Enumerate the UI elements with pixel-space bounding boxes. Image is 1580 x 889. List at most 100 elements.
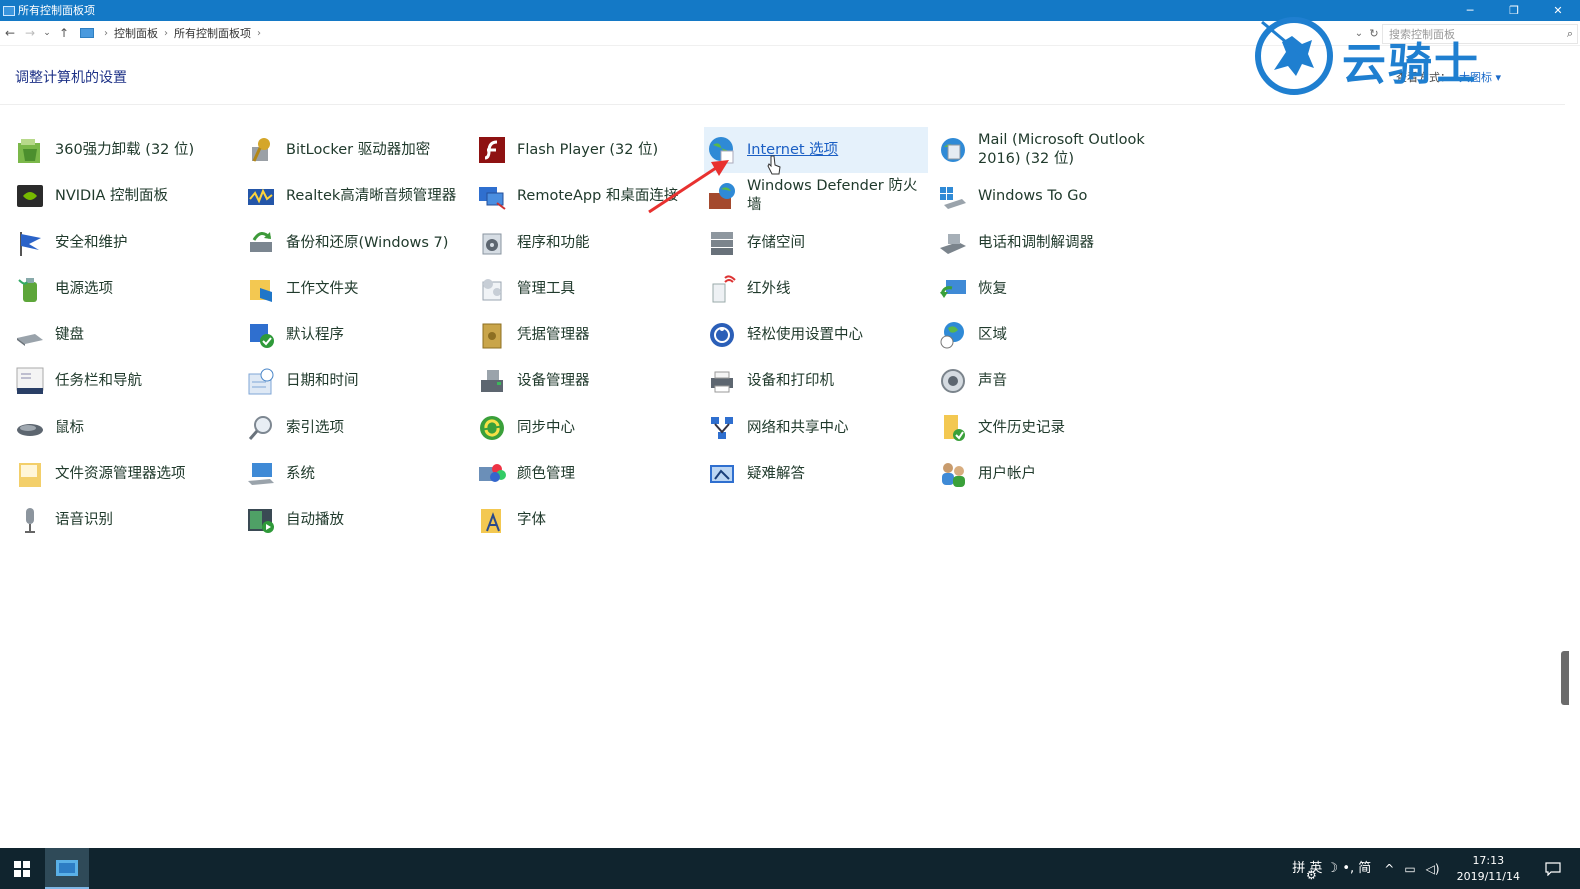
breadcrumb-control-panel[interactable]: 控制面板 xyxy=(114,25,158,41)
item-label: 360强力卸载 (32 位) xyxy=(55,141,195,158)
item-realtek-audio[interactable]: Realtek高清晰音频管理器 xyxy=(246,173,474,219)
item-windows-to-go[interactable]: Windows To Go xyxy=(938,173,1158,219)
nvidia-icon xyxy=(15,181,45,211)
item-label: 自动播放 xyxy=(286,511,344,528)
clock[interactable]: 17:13 2019/11/14 xyxy=(1457,853,1520,885)
item-label: Windows To Go xyxy=(978,187,1088,204)
autoplay-icon xyxy=(246,505,276,535)
item-label: Internet 选项 xyxy=(747,141,839,158)
taskbar-control-panel-button[interactable] xyxy=(45,848,89,889)
item-speech-recognition[interactable]: 语音识别 xyxy=(15,497,235,543)
item-label: 设备和打印机 xyxy=(747,372,834,389)
item-ease-of-access[interactable]: 轻松使用设置中心 xyxy=(707,312,929,358)
default-programs-icon xyxy=(246,320,276,350)
file-history-icon xyxy=(938,413,968,443)
item-fonts[interactable]: 字体 xyxy=(477,497,697,543)
vault-icon xyxy=(477,320,507,350)
item-taskbar-navigation[interactable]: 任务栏和导航 xyxy=(15,358,235,404)
remote-desktop-icon xyxy=(477,181,507,211)
item-admin-tools[interactable]: 管理工具 xyxy=(477,266,697,312)
item-label: 同步中心 xyxy=(517,419,575,436)
start-button[interactable] xyxy=(0,848,44,889)
item-label: 语音识别 xyxy=(55,511,113,528)
item-label: 电话和调制解调器 xyxy=(978,234,1094,251)
item-label: 声音 xyxy=(978,372,1007,389)
item-label: 恢复 xyxy=(978,280,1007,297)
crumb-separator-icon[interactable]: › xyxy=(257,28,261,39)
item-explorer-options[interactable]: 文件资源管理器选项 xyxy=(15,451,235,497)
item-default-programs[interactable]: 默认程序 xyxy=(246,312,466,358)
network-monitor-icon[interactable]: ▭ xyxy=(1404,862,1415,876)
item-bitlocker[interactable]: BitLocker 驱动器加密 xyxy=(246,127,466,173)
item-backup-restore[interactable]: 备份和还原(Windows 7) xyxy=(246,220,466,266)
item-device-manager[interactable]: 设备管理器 xyxy=(477,358,697,404)
item-phone-modem[interactable]: 电话和调制解调器 xyxy=(938,220,1158,266)
item-sound[interactable]: 声音 xyxy=(938,358,1158,404)
knight-logo-icon xyxy=(1255,17,1333,95)
crumb-separator-icon[interactable]: › xyxy=(104,28,108,39)
watermark: 云骑士 xyxy=(1252,14,1532,98)
item-keyboard[interactable]: 键盘 xyxy=(15,312,235,358)
folder-options-icon xyxy=(15,459,45,489)
search-icon[interactable]: ⌕ xyxy=(1567,27,1573,41)
item-security-maintenance[interactable]: 安全和维护 xyxy=(15,220,235,266)
action-center-button[interactable] xyxy=(1538,861,1568,876)
item-network-sharing[interactable]: 网络和共享中心 xyxy=(707,405,929,451)
item-devices-printers[interactable]: 设备和打印机 xyxy=(707,358,929,404)
item-storage-spaces[interactable]: 存储空间 xyxy=(707,220,929,266)
region-globe-icon xyxy=(938,320,968,350)
item-infrared[interactable]: 红外线 xyxy=(707,266,929,312)
work-folder-icon xyxy=(246,274,276,304)
item-label: 系统 xyxy=(286,465,315,482)
item-360-uninstall[interactable]: 360强力卸载 (32 位) xyxy=(15,127,235,173)
crumb-separator-icon[interactable]: › xyxy=(164,28,168,39)
item-mouse[interactable]: 鼠标 xyxy=(15,405,235,451)
ime-settings-gear-icon[interactable]: ⚙ xyxy=(1306,868,1317,882)
phone-modem-icon xyxy=(938,228,968,258)
back-arrow-icon[interactable]: ← xyxy=(0,26,20,40)
backup-icon xyxy=(246,228,276,258)
item-region[interactable]: 区域 xyxy=(938,312,1158,358)
item-programs-features[interactable]: 程序和功能 xyxy=(477,220,697,266)
item-file-history[interactable]: 文件历史记录 xyxy=(938,405,1158,451)
scroll-handle[interactable] xyxy=(1561,651,1569,705)
item-label: 程序和功能 xyxy=(517,234,590,251)
item-label: NVIDIA 控制面板 xyxy=(55,187,169,204)
item-label: 日期和时间 xyxy=(286,372,359,389)
ease-of-access-icon xyxy=(707,320,737,350)
clock-time: 17:13 xyxy=(1472,853,1505,867)
realtek-audio-icon xyxy=(246,181,276,211)
breadcrumb-all-items[interactable]: 所有控制面板项 xyxy=(174,25,251,41)
item-date-time[interactable]: 日期和时间 xyxy=(246,358,466,404)
item-troubleshooting[interactable]: 疑难解答 xyxy=(707,451,929,497)
item-label: 鼠标 xyxy=(55,419,84,436)
close-button[interactable]: ✕ xyxy=(1536,0,1580,21)
item-nvidia[interactable]: NVIDIA 控制面板 xyxy=(15,173,235,219)
flash-player-icon xyxy=(477,135,507,165)
system-icon xyxy=(246,459,276,489)
item-credential-manager[interactable]: 凭据管理器 xyxy=(477,312,697,358)
forward-arrow-icon[interactable]: → xyxy=(20,26,40,40)
item-label: 索引选项 xyxy=(286,419,344,436)
item-autoplay[interactable]: 自动播放 xyxy=(246,497,466,543)
recent-locations-chevron-icon[interactable]: ⌄ xyxy=(40,28,54,38)
item-indexing-options[interactable]: 索引选项 xyxy=(246,405,466,451)
item-label: Realtek高清晰音频管理器 xyxy=(286,187,457,204)
item-work-folders[interactable]: 工作文件夹 xyxy=(246,266,466,312)
item-system[interactable]: 系统 xyxy=(246,451,466,497)
item-label: 默认程序 xyxy=(286,326,344,343)
volume-icon[interactable]: ◁) xyxy=(1426,862,1440,876)
ime-indicator[interactable]: 拼 英 ☽ •, 简 xyxy=(1292,861,1371,877)
item-color-management[interactable]: 颜色管理 xyxy=(477,451,697,497)
item-power-options[interactable]: 电源选项 xyxy=(15,266,235,312)
up-arrow-icon[interactable]: ↑ xyxy=(54,26,74,40)
item-user-accounts[interactable]: 用户帐户 xyxy=(938,451,1158,497)
item-label: Flash Player (32 位) xyxy=(517,141,659,158)
control-panel-crumb-icon xyxy=(80,28,94,38)
uninstaller-icon xyxy=(15,135,45,165)
item-recovery[interactable]: 恢复 xyxy=(938,266,1158,312)
item-mail-outlook[interactable]: Mail (Microsoft Outlook 2016) (32 位) xyxy=(938,127,1168,173)
item-sync-center[interactable]: 同步中心 xyxy=(477,405,697,451)
infrared-icon xyxy=(707,274,737,304)
show-hidden-icons-chevron-icon[interactable]: ^ xyxy=(1384,862,1394,876)
